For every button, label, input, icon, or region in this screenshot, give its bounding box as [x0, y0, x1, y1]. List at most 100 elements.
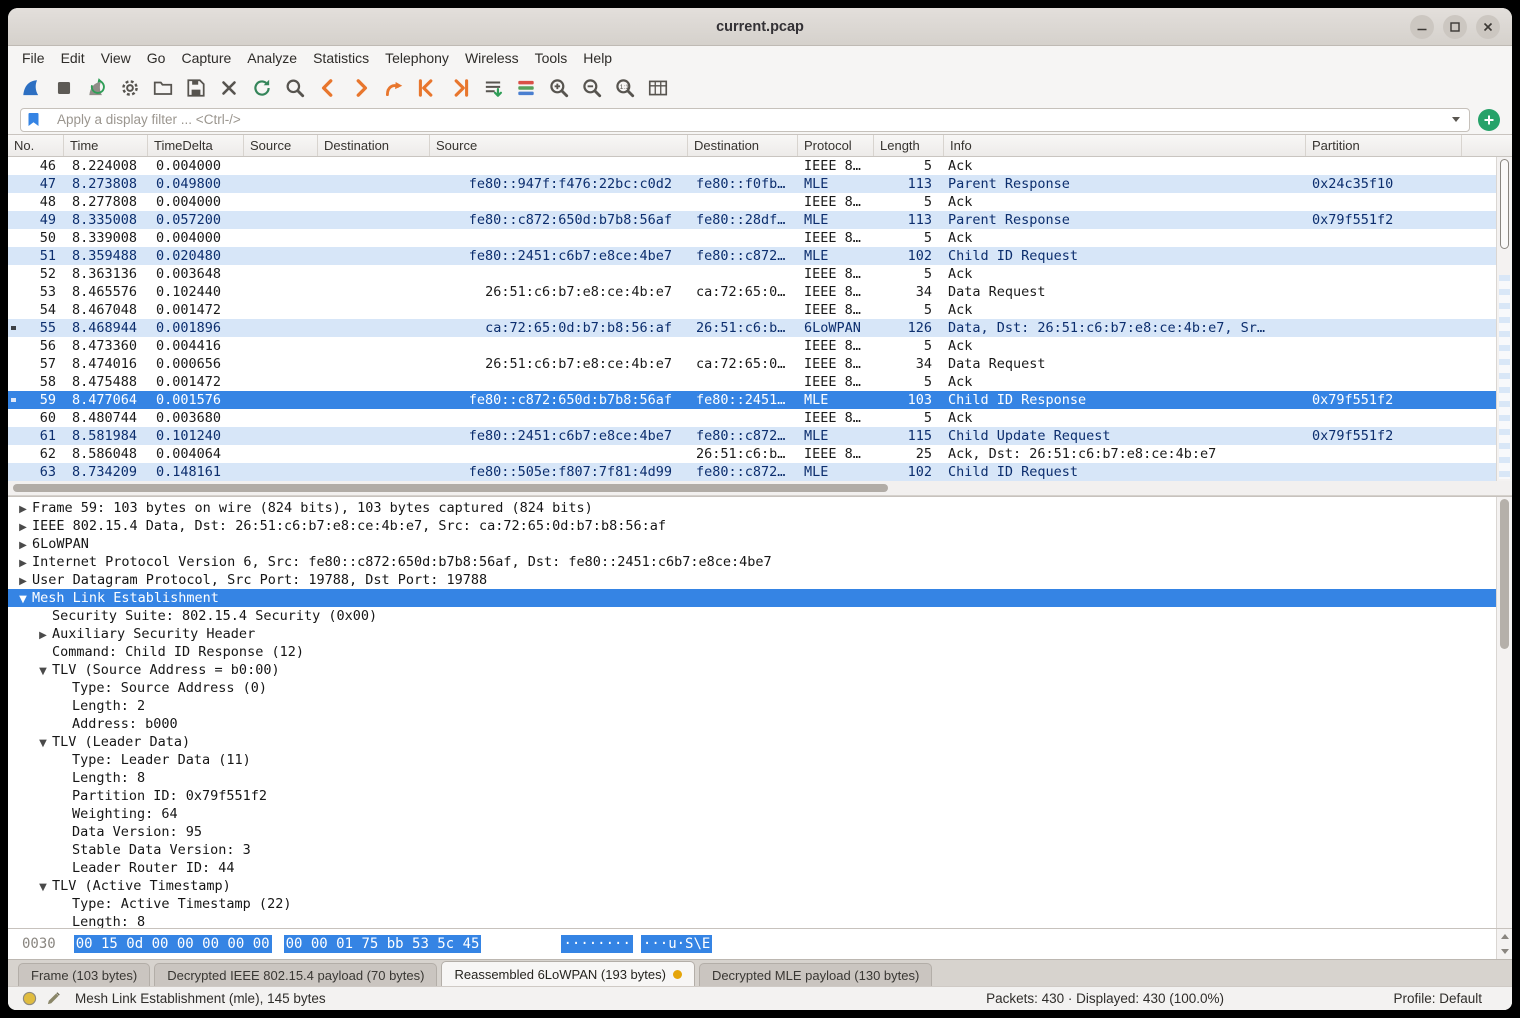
column-header-no[interactable]: No. — [8, 135, 64, 156]
menu-view[interactable]: View — [93, 46, 139, 71]
go-to-packet-button[interactable] — [379, 74, 409, 102]
packet-row-52[interactable]: 528.3631360.003648IEEE 8…5Ack — [8, 265, 1496, 283]
scroll-up-icon[interactable] — [1501, 934, 1509, 939]
menu-telephony[interactable]: Telephony — [377, 46, 457, 71]
packet-row-51[interactable]: 518.3594880.020480fe80::2451:c6b7:e8ce:4… — [8, 247, 1496, 265]
packet-row-53[interactable]: 538.4655760.10244026:51:c6:b7:e8:ce:4b:e… — [8, 283, 1496, 301]
zoom-in-button[interactable] — [544, 74, 574, 102]
detail-line[interactable]: Data Version: 95 — [8, 823, 1496, 841]
packet-row-49[interactable]: 498.3350080.057200fe80::c872:650d:b7b8:5… — [8, 211, 1496, 229]
menu-help[interactable]: Help — [575, 46, 620, 71]
menu-file[interactable]: File — [14, 46, 53, 71]
filter-dropdown-button[interactable] — [1443, 109, 1469, 131]
detail-line[interactable]: Type: Source Address (0) — [8, 679, 1496, 697]
maximize-button[interactable] — [1443, 15, 1467, 39]
go-first-button[interactable] — [412, 74, 442, 102]
capture-comment-pencil-icon[interactable] — [46, 991, 61, 1006]
menu-wireless[interactable]: Wireless — [457, 46, 527, 71]
detail-line[interactable]: ▶Frame 59: 103 bytes on wire (824 bits),… — [8, 499, 1496, 517]
detail-line[interactable]: Length: 8 — [8, 913, 1496, 928]
detail-line[interactable]: Stable Data Version: 3 — [8, 841, 1496, 859]
ascii-group1[interactable]: ········ — [561, 935, 632, 953]
byte-view-tab[interactable]: Decrypted IEEE 802.15.4 payload (70 byte… — [154, 963, 437, 986]
column-header-timedelta[interactable]: TimeDelta — [148, 135, 244, 156]
details-scrollbar[interactable] — [1496, 497, 1512, 928]
display-filter-input[interactable]: Apply a display filter ... <Ctrl-/> — [20, 108, 1470, 132]
packet-row-55[interactable]: 558.4689440.001896ca:72:65:0d:b7:b8:56:a… — [8, 319, 1496, 337]
details-scrollbar-thumb[interactable] — [1500, 499, 1509, 649]
detail-line[interactable]: Type: Leader Data (11) — [8, 751, 1496, 769]
packet-row-62[interactable]: 628.5860480.00406426:51:c6:b…IEEE 8…25Ac… — [8, 445, 1496, 463]
byte-view-tab[interactable]: Decrypted MLE payload (130 bytes) — [699, 963, 932, 986]
detail-line[interactable]: ▼TLV (Active Timestamp) — [8, 877, 1496, 895]
resize-columns-button[interactable] — [643, 74, 673, 102]
detail-line[interactable]: Partition ID: 0x79f551f2 — [8, 787, 1496, 805]
scrollbar-thumb[interactable] — [1500, 159, 1509, 249]
column-header-destination[interactable]: Destination — [688, 135, 798, 156]
packet-row-54[interactable]: 548.4670480.001472IEEE 8…5Ack — [8, 301, 1496, 319]
detail-line[interactable]: ▶User Datagram Protocol, Src Port: 19788… — [8, 571, 1496, 589]
column-header-source[interactable]: Source — [244, 135, 318, 156]
expand-arrow-icon[interactable]: ▶ — [34, 627, 52, 645]
detail-line[interactable]: ▶Internet Protocol Version 6, Src: fe80:… — [8, 553, 1496, 571]
menu-analyze[interactable]: Analyze — [239, 46, 305, 71]
go-forward-button[interactable] — [346, 74, 376, 102]
packet-row-60[interactable]: 608.4807440.003680IEEE 8…5Ack — [8, 409, 1496, 427]
stop-capture-button[interactable] — [49, 74, 79, 102]
restart-capture-button[interactable] — [82, 74, 112, 102]
hex-bytes-group1[interactable]: 00 15 0d 00 00 00 00 00 — [74, 935, 272, 953]
collapse-arrow-icon[interactable]: ▼ — [34, 879, 52, 897]
detail-line[interactable]: ▼TLV (Source Address = b0:00) — [8, 661, 1496, 679]
menu-statistics[interactable]: Statistics — [305, 46, 377, 71]
byte-view-tab[interactable]: Frame (103 bytes) — [18, 963, 150, 986]
column-header-length[interactable]: Length — [874, 135, 944, 156]
menu-tools[interactable]: Tools — [527, 46, 576, 71]
auto-scroll-button[interactable] — [478, 74, 508, 102]
packet-row-56[interactable]: 568.4733600.004416IEEE 8…5Ack — [8, 337, 1496, 355]
colorize-button[interactable] — [511, 74, 541, 102]
column-header-destination[interactable]: Destination — [318, 135, 430, 156]
minimize-button[interactable] — [1410, 15, 1434, 39]
detail-line[interactable]: Weighting: 64 — [8, 805, 1496, 823]
column-header-source[interactable]: Source — [430, 135, 688, 156]
titlebar[interactable]: current.pcap — [8, 8, 1512, 46]
hex-bytes-group2[interactable]: 00 00 01 75 bb 53 5c 45 — [284, 935, 482, 953]
detail-line[interactable]: ▶IEEE 802.15.4 Data, Dst: 26:51:c6:b7:e8… — [8, 517, 1496, 535]
open-file-button[interactable] — [148, 74, 178, 102]
column-header-partition[interactable]: Partition — [1306, 135, 1462, 156]
packet-row-46[interactable]: 468.2240080.004000IEEE 8…5Ack — [8, 157, 1496, 175]
detail-line[interactable]: Length: 8 — [8, 769, 1496, 787]
menu-go[interactable]: Go — [139, 46, 174, 71]
packet-row-57[interactable]: 578.4740160.00065626:51:c6:b7:e8:ce:4b:e… — [8, 355, 1496, 373]
packet-row-59[interactable]: 598.4770640.001576fe80::c872:650d:b7b8:5… — [8, 391, 1496, 409]
collapse-arrow-icon[interactable]: ▼ — [34, 663, 52, 681]
reload-file-button[interactable] — [247, 74, 277, 102]
detail-line[interactable]: ▶Auxiliary Security Header — [8, 625, 1496, 643]
close-button[interactable] — [1476, 15, 1500, 39]
collapse-arrow-icon[interactable]: ▼ — [34, 735, 52, 753]
start-capture-button[interactable] — [16, 74, 46, 102]
packet-list-hscrollbar[interactable] — [8, 481, 1512, 496]
detail-line[interactable]: Type: Active Timestamp (22) — [8, 895, 1496, 913]
status-profile[interactable]: Profile: Default — [1393, 991, 1482, 1006]
packet-list-scrollbar[interactable] — [1496, 157, 1512, 481]
find-packet-button[interactable] — [280, 74, 310, 102]
add-filter-button[interactable] — [1478, 109, 1500, 131]
scroll-down-icon[interactable] — [1501, 949, 1509, 954]
packet-row-47[interactable]: 478.2738080.049800fe80::947f:f476:22bc:c… — [8, 175, 1496, 193]
detail-line[interactable]: ▼Mesh Link Establishment — [8, 589, 1496, 607]
filter-bookmark-icon[interactable] — [26, 111, 42, 128]
detail-line[interactable]: Command: Child ID Response (12) — [8, 643, 1496, 661]
hscrollbar-thumb[interactable] — [13, 484, 888, 492]
packet-row-48[interactable]: 488.2778080.004000IEEE 8…5Ack — [8, 193, 1496, 211]
detail-line[interactable]: Leader Router ID: 44 — [8, 859, 1496, 877]
expert-info-icon[interactable] — [22, 991, 37, 1006]
column-header-info[interactable]: Info — [944, 135, 1306, 156]
collapse-arrow-icon[interactable]: ▼ — [14, 591, 32, 609]
byte-view-tab[interactable]: Reassembled 6LoWPAN (193 bytes) — [441, 961, 694, 986]
packet-row-58[interactable]: 588.4754880.001472IEEE 8…5Ack — [8, 373, 1496, 391]
close-file-button[interactable] — [214, 74, 244, 102]
detail-line[interactable]: ▼TLV (Leader Data) — [8, 733, 1496, 751]
column-header-protocol[interactable]: Protocol — [798, 135, 874, 156]
go-last-button[interactable] — [445, 74, 475, 102]
